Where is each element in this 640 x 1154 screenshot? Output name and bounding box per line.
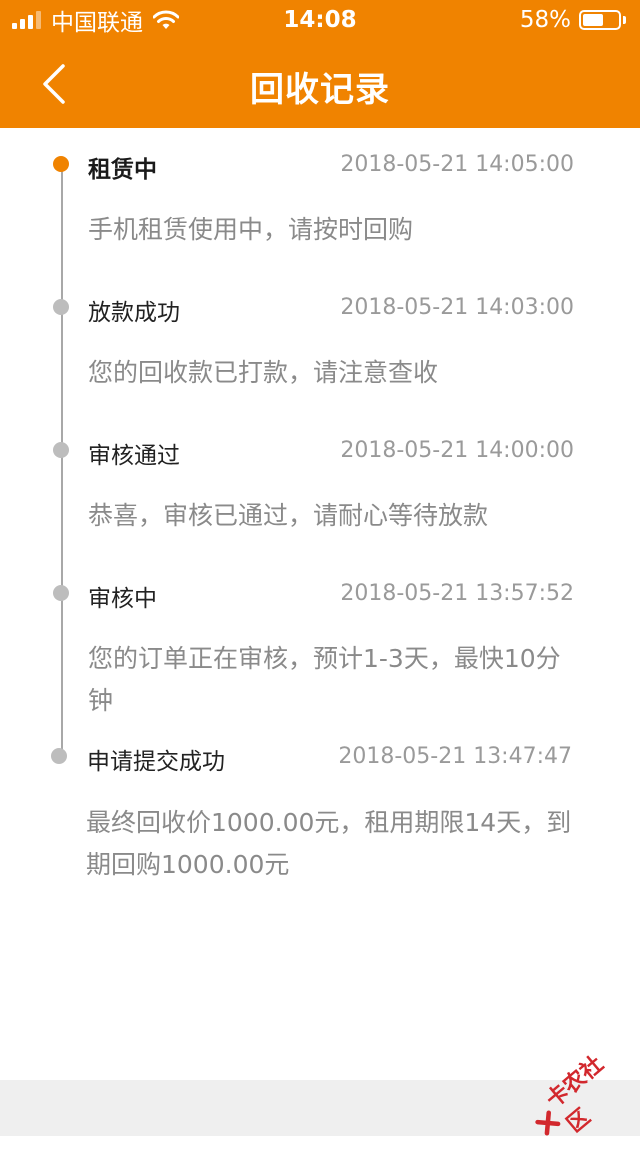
timeline-item-time: 2018-05-21 13:57:52: [340, 581, 574, 606]
timeline-item-title: 审核通过: [88, 443, 180, 469]
watermark: 卡农社区: [528, 1040, 632, 1138]
status-bar-right: 58%: [520, 6, 626, 34]
timeline-item-desc: 您的订单正在审核，预计1-3天，最快10分钟: [88, 644, 561, 715]
timeline-item-time: 2018-05-21 14:00:00: [340, 438, 574, 463]
timeline-item-title: 审核中: [88, 586, 157, 612]
battery-icon: [579, 10, 621, 30]
battery-tip: [623, 16, 626, 24]
timeline-item-desc: 恭喜，审核已通过，请耐心等待放款: [88, 501, 489, 530]
timeline-item-desc: 手机租赁使用中，请按时回购: [88, 215, 414, 244]
timeline-item-desc: 您的回收款已打款，请注意查收: [88, 358, 439, 387]
timeline-dot: [53, 585, 69, 601]
page-title: 回收记录: [250, 70, 390, 110]
timeline-dot: [53, 442, 69, 458]
battery-percent: 58%: [519, 7, 571, 33]
status-bar: 中国联通 14:08 58%: [0, 0, 640, 40]
timeline-item-time: 2018-05-21 14:03:00: [340, 295, 574, 320]
timeline-dot-active: [53, 156, 69, 172]
timeline-item-time: 2018-05-21 14:05:00: [340, 152, 574, 177]
timeline-item-time: 2018-05-21 13:47:47: [338, 744, 572, 769]
nav-bar: 回收记录: [0, 40, 640, 128]
watermark-badge: 卡农社区: [520, 1038, 640, 1154]
timeline-item-title: 放款成功: [88, 300, 180, 326]
timeline-item-title: 租赁中: [88, 157, 157, 183]
timeline-item-desc: 最终回收价1000.00元，租用期限14天，到期回购1000.00元: [86, 808, 572, 879]
timeline-line: [61, 166, 63, 756]
timeline-dot: [51, 748, 67, 764]
timeline-dot: [53, 299, 69, 315]
timeline-item-title: 申请提交成功: [87, 749, 225, 775]
